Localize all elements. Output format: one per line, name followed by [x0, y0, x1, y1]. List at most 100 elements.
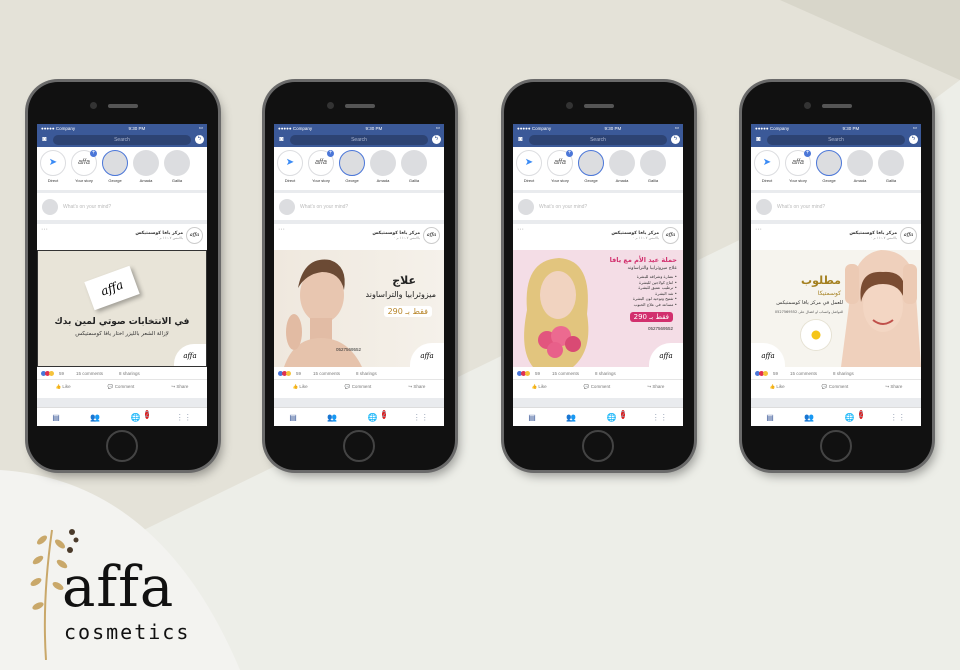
story-your-story[interactable]: affa + Your story [784, 150, 812, 190]
comments-count[interactable]: 15 comments [76, 371, 103, 376]
friends-icon[interactable]: 👥 [804, 413, 814, 422]
shares-count[interactable]: 8 sharings [356, 371, 377, 376]
more-options-icon[interactable]: ··· [278, 226, 285, 233]
share-button[interactable]: ↪ Share [647, 384, 664, 390]
page-logo-avatar: affa + [308, 150, 334, 176]
camera-icon[interactable]: ◙ [277, 136, 286, 143]
story-your-story[interactable]: affa + Your story [546, 150, 574, 190]
camera-icon[interactable]: ◙ [754, 136, 763, 143]
compose-box[interactable]: What's on your mind? [274, 193, 444, 220]
comment-button[interactable]: 💬 Comment [822, 384, 848, 390]
like-button[interactable]: 👍 Like [770, 384, 785, 390]
notifications-icon[interactable]: 🌐 2 [845, 409, 864, 422]
menu-grid-icon[interactable]: ⋮⋮ [413, 413, 429, 422]
more-options-icon[interactable]: ··· [517, 226, 524, 233]
compose-box[interactable]: What's on your mind? [37, 193, 207, 220]
story-gallia[interactable]: Gallia [639, 150, 667, 190]
menu-grid-icon[interactable]: ⋮⋮ [890, 413, 906, 422]
compose-box[interactable]: What's on your mind? [513, 193, 683, 220]
menu-grid-icon[interactable]: ⋮⋮ [176, 413, 192, 422]
story-label: Gallia [885, 178, 897, 183]
page-logo: affa [186, 227, 203, 244]
notifications-icon[interactable]: 🌐 2 [607, 409, 626, 422]
story-direct[interactable]: ➤ Direct [39, 150, 67, 190]
story-amada[interactable]: Amada [369, 150, 397, 190]
post-image[interactable]: مطلوب كوسمتيكا للعمل في مركز يافا كوسمتي… [751, 250, 921, 367]
story-direct[interactable]: ➤ Direct [753, 150, 781, 190]
shares-count[interactable]: 8 sharings [833, 371, 854, 376]
notifications-icon[interactable]: 🌐 2 [368, 409, 387, 422]
more-options-icon[interactable]: ··· [755, 226, 762, 233]
compose-box[interactable]: What's on your mind? [751, 193, 921, 220]
search-input[interactable]: Search [529, 134, 667, 145]
camera-icon[interactable]: ◙ [516, 136, 525, 143]
top-nav: ◙ Search ϟ [751, 132, 921, 147]
story-george[interactable]: George [338, 150, 366, 190]
reactions-icon[interactable] [517, 370, 530, 376]
reactions-icon[interactable] [755, 370, 768, 376]
like-button[interactable]: 👍 Like [56, 384, 71, 390]
search-input[interactable]: Search [290, 134, 428, 145]
comments-count[interactable]: 15 comments [552, 371, 579, 376]
shares-count[interactable]: 8 sharings [119, 371, 140, 376]
story-george[interactable]: George [577, 150, 605, 190]
page-info[interactable]: مركز يافا كوسمتيكس بالامس ١١:٠٧ م · affa [135, 227, 203, 244]
notifications-icon[interactable]: 🌐 2 [131, 409, 150, 422]
story-gallia[interactable]: Gallia [400, 150, 428, 190]
story-label: George [345, 178, 359, 183]
shares-count[interactable]: 8 sharings [595, 371, 616, 376]
friends-icon[interactable]: 👥 [566, 413, 576, 422]
comment-button[interactable]: 💬 Comment [108, 384, 134, 390]
home-button[interactable] [582, 430, 614, 462]
story-gallia[interactable]: Gallia [163, 150, 191, 190]
story-label: Amada [853, 178, 867, 183]
search-input[interactable]: Search [53, 134, 191, 145]
comments-count[interactable]: 15 comments [313, 371, 340, 376]
story-direct[interactable]: ➤ Direct [276, 150, 304, 190]
messenger-icon[interactable]: ϟ [671, 135, 680, 144]
like-button[interactable]: 👍 Like [293, 384, 308, 390]
story-amada[interactable]: Amada [846, 150, 874, 190]
like-button[interactable]: 👍 Like [532, 384, 547, 390]
story-amada[interactable]: Amada [608, 150, 636, 190]
story-direct[interactable]: ➤ Direct [515, 150, 543, 190]
friends-icon[interactable]: 👥 [327, 413, 337, 422]
story-amada[interactable]: Amada [132, 150, 160, 190]
story-your-story[interactable]: affa + Your story [70, 150, 98, 190]
page-info[interactable]: مركز يافا كوسمتيكس بالامس ١١:٠٧ م · affa [849, 227, 917, 244]
page-info[interactable]: مركز يافا كوسمتيكس بالامس ١١:٠٧ م · affa [372, 227, 440, 244]
story-george[interactable]: George [815, 150, 843, 190]
news-feed-icon[interactable]: ▤ [766, 413, 774, 422]
camera-dot [804, 102, 811, 109]
more-options-icon[interactable]: ··· [41, 226, 48, 233]
news-feed-icon[interactable]: ▤ [528, 413, 536, 422]
post-image[interactable]: حملة عيد الأم مع يافا علاج ميزوثرابيا وا… [513, 250, 683, 367]
messenger-icon[interactable]: ϟ [909, 135, 918, 144]
menu-grid-icon[interactable]: ⋮⋮ [652, 413, 668, 422]
messenger-icon[interactable]: ϟ [195, 135, 204, 144]
post-image[interactable]: علاج ميزوثرابيا والتراساوند فقط بـ 290 0… [274, 250, 444, 367]
messenger-icon[interactable]: ϟ [432, 135, 441, 144]
home-button[interactable] [820, 430, 852, 462]
news-feed-icon[interactable]: ▤ [52, 413, 60, 422]
camera-icon[interactable]: ◙ [40, 136, 49, 143]
comment-button[interactable]: 💬 Comment [584, 384, 610, 390]
story-gallia[interactable]: Gallia [877, 150, 905, 190]
compose-placeholder: What's on your mind? [63, 203, 112, 210]
story-george[interactable]: George [101, 150, 129, 190]
news-feed-icon[interactable]: ▤ [289, 413, 297, 422]
story-your-story[interactable]: affa + Your story [307, 150, 335, 190]
comment-button[interactable]: 💬 Comment [345, 384, 371, 390]
comments-count[interactable]: 15 comments [790, 371, 817, 376]
reactions-icon[interactable] [278, 370, 291, 376]
share-button[interactable]: ↪ Share [408, 384, 425, 390]
friends-icon[interactable]: 👥 [90, 413, 100, 422]
home-button[interactable] [106, 430, 138, 462]
post-image[interactable]: affa في الانتخابات صوتي لمين بدك لإزالة … [37, 250, 207, 367]
share-button[interactable]: ↪ Share [885, 384, 902, 390]
share-button[interactable]: ↪ Share [171, 384, 188, 390]
home-button[interactable] [343, 430, 375, 462]
page-info[interactable]: مركز يافا كوسمتيكس بالامس ١١:٠٧ م · affa [611, 227, 679, 244]
reactions-icon[interactable] [41, 370, 54, 376]
search-input[interactable]: Search [767, 134, 905, 145]
